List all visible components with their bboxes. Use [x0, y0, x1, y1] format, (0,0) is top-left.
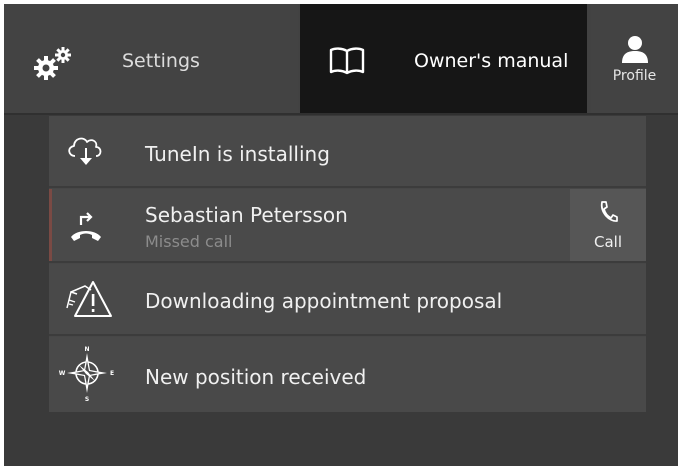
- notification-title: Downloading appointment proposal: [145, 289, 503, 313]
- cloud-download-icon: [63, 130, 109, 174]
- profile-tab[interactable]: Profile: [591, 4, 678, 114]
- person-icon: [621, 34, 649, 64]
- settings-tab[interactable]: Settings: [4, 4, 298, 114]
- book-icon: [328, 46, 366, 76]
- notification-tunein[interactable]: TuneIn is installing: [49, 116, 646, 188]
- gears-icon: [30, 46, 76, 82]
- compass-icon: N S W E: [59, 346, 114, 403]
- svg-text:E: E: [110, 370, 114, 377]
- call-label: Call: [593, 233, 622, 251]
- owners-manual-tab[interactable]: Owner's manual: [300, 4, 587, 114]
- notification-position[interactable]: N S W E New position received: [49, 337, 646, 412]
- svg-text:N: N: [84, 346, 89, 353]
- notification-title: TuneIn is installing: [145, 142, 330, 166]
- warning-icon: [63, 278, 112, 322]
- svg-text:W: W: [59, 370, 66, 377]
- notification-title: New position received: [145, 365, 367, 389]
- notification-panel: TuneIn is installing Sebastian Petersson…: [49, 116, 646, 412]
- missed-call-accent: [49, 189, 52, 261]
- svg-text:S: S: [85, 396, 89, 403]
- caller-name: Sebastian Petersson: [145, 203, 348, 227]
- settings-label: Settings: [122, 50, 200, 72]
- screen: Settings Owner's manual Profile TuneIn i…: [4, 4, 678, 466]
- call-button[interactable]: Call: [570, 189, 646, 261]
- missed-call-icon: [63, 203, 109, 247]
- notification-missed-call[interactable]: Sebastian Petersson Missed call Call: [49, 189, 646, 263]
- phone-icon: [598, 201, 618, 223]
- notification-appointment[interactable]: Downloading appointment proposal: [49, 264, 646, 336]
- top-bar: Settings Owner's manual Profile: [4, 4, 678, 115]
- owners-manual-label: Owner's manual: [414, 50, 569, 72]
- missed-call-subtitle: Missed call: [145, 232, 233, 251]
- top-bar-divider: [4, 113, 678, 115]
- profile-label: Profile: [612, 68, 657, 84]
